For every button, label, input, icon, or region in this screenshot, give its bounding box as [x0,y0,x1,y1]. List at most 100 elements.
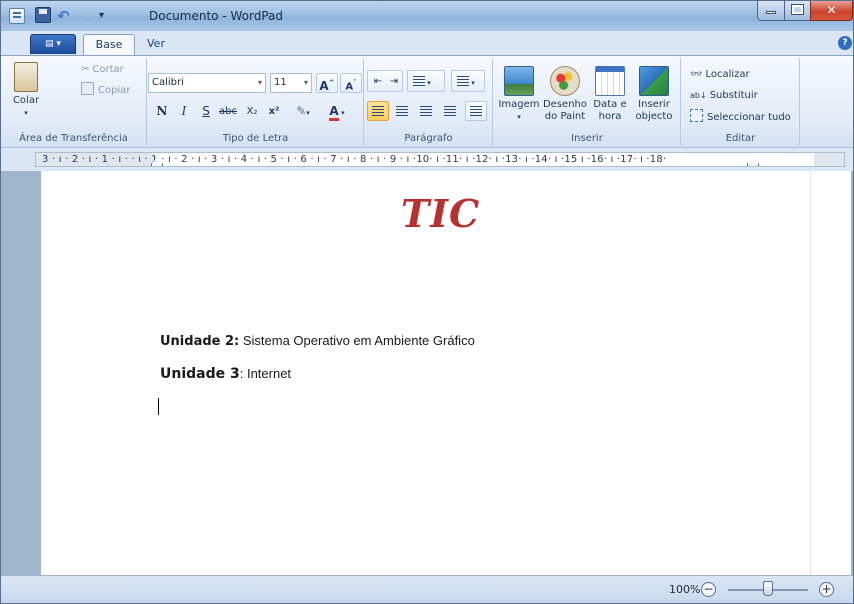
line1-text: Sistema Operativo em Ambiente Gráfico [239,333,475,348]
redo-icon[interactable]: ↷ [79,7,92,25]
paragraph-settings-button[interactable] [465,101,487,121]
increase-indent-icon[interactable]: ⇥ [384,71,404,91]
text-color-label: A [329,104,339,121]
copy-button[interactable]: Copiar [81,82,130,98]
title-bar[interactable]: ↶ ↷ ▾ Documento - WordPad ✕ [1,1,853,31]
tab-ver[interactable]: Ver [137,34,175,55]
highlight-color-button[interactable]: ✎▾ [288,101,318,121]
line-spacing-button[interactable]: ▾ [451,70,485,92]
undo-icon[interactable]: ↶ [57,7,70,25]
save-icon[interactable] [35,7,51,23]
line2-label: Unidade 3 [160,366,240,382]
minimize-button[interactable] [757,1,785,21]
copy-icon [81,82,94,95]
shrink-font-button[interactable]: Aˇ [340,73,362,93]
zoom-out-button[interactable]: − [701,582,716,597]
chevron-down-icon: ▾ [425,79,431,87]
font-group: Calibri ▾ 11 ▾ A^ Aˇ N I S abc X₂ x² ✎▾ A … [148,58,364,146]
edit-group-label: Editar [725,133,756,144]
align-center-button[interactable] [391,101,413,121]
select-all-button[interactable]: Seleccionar tudo [690,109,791,125]
subscript-button[interactable]: X₂ [242,101,262,121]
left-indent-marker[interactable] [151,153,163,166]
customize-quick-access-button[interactable]: ▾ [99,7,104,25]
application-menu-button[interactable]: ▤ ▾ [30,34,76,54]
image-icon [504,66,534,96]
font-group-label: Tipo de Letra [222,133,289,144]
paste-dropdown-icon: ▾ [24,109,28,117]
paint-palette-icon [550,66,580,96]
help-icon[interactable]: ? [838,36,852,50]
replace-label: Substituir [709,90,758,101]
paragraph-group: ⇤ ⇥ ▾ ▾ Parágrafo [365,58,493,146]
chevron-down-icon: ▾ [338,109,345,117]
close-button[interactable]: ✕ [810,1,853,21]
paint-drawing-button[interactable]: Desenho do Paint [542,66,588,123]
shrink-font-label: A [345,81,354,93]
document-workspace: TIC Unidade 2: Sistema Operativo em Ambi… [1,171,853,575]
paragraph-settings-icon [470,106,482,116]
underline-button[interactable]: S [196,101,216,121]
insert-image-button[interactable]: Imagem ▾ [498,66,540,123]
maximize-button[interactable] [784,1,811,21]
zoom-in-button[interactable]: + [819,582,834,597]
align-right-button[interactable] [415,101,437,121]
cut-label: Cortar [92,64,124,75]
ruler[interactable]: 3 · ı · 2 · ı · 1 · ı · · ı · 1 · ı · 2 … [35,152,845,167]
document-line-1: Unidade 2: Sistema Operativo em Ambiente… [160,333,475,349]
wordpad-app-icon[interactable] [9,8,25,24]
justify-icon [444,106,456,116]
chevron-down-icon: ▾ [306,109,310,117]
find-label: Localizar [705,69,750,80]
calendar-icon [595,66,625,96]
paste-label: Colar [12,95,40,106]
bullet-list-icon [413,76,425,86]
ruler-bar: 3 · ı · 2 · ı · 1 · ı · · ı · 1 · ı · 2 … [1,148,853,171]
find-button[interactable]: 👓 Localizar [690,67,750,83]
paint-label-2: do Paint [544,111,586,122]
highlighter-icon: ✎ [296,104,307,118]
tab-base[interactable]: Base [83,34,135,55]
object-label-1: Inserir [638,99,670,110]
select-all-icon [690,109,703,122]
paste-button[interactable]: Colar ▾ [9,62,43,119]
document-heading: TIC [401,191,481,236]
date-time-button[interactable]: Data e hora [592,66,628,123]
zoom-percentage: 100% [669,583,701,596]
chevron-down-icon: ▾ [303,78,308,87]
font-size-value: 11 [274,77,287,88]
minimize-icon [766,11,776,14]
insert-object-button[interactable]: Inserir objecto [632,66,676,123]
ribbon: Colar ▾ ✂ Cortar Copiar Área de Transferên… [1,55,853,148]
superscript-button[interactable]: x² [264,101,284,121]
right-indent-marker[interactable] [747,153,759,166]
chevron-down-icon: ▾ [257,78,262,87]
align-left-button[interactable] [367,101,389,121]
edit-group: 👓 Localizar ab↓ Substituir Seleccionar tud… [682,58,800,146]
strikethrough-button[interactable]: abc [218,101,238,121]
cut-button[interactable]: ✂ Cortar [81,62,124,78]
copy-label: Copiar [98,85,131,96]
maximize-icon [791,4,804,15]
italic-button[interactable]: I [174,101,194,121]
paint-label-1: Desenho [542,99,587,110]
datetime-label-2: hora [598,111,622,122]
binoculars-icon: 👓 [690,69,703,80]
justify-button[interactable] [439,101,461,121]
list-button[interactable]: ▾ [407,70,445,92]
close-icon: ✕ [826,3,837,17]
indent-buttons: ⇤ ⇥ [367,70,403,92]
paragraph-group-label: Parágrafo [404,133,453,144]
text-cursor [158,398,159,415]
document-page[interactable]: TIC Unidade 2: Sistema Operativo em Ambi… [41,171,810,575]
bold-button[interactable]: N [152,101,172,121]
menu-icon: ▤ ▾ [45,39,61,49]
wordpad-window: ↶ ↷ ▾ Documento - WordPad ✕ ▤ ▾ Base Ver… [0,0,854,604]
grow-font-button[interactable]: A^ [316,73,338,93]
align-left-icon [372,106,384,116]
replace-button[interactable]: ab↓ Substituir [690,88,758,104]
font-size-select[interactable]: 11 ▾ [270,73,312,93]
font-family-select[interactable]: Calibri ▾ [148,73,266,93]
zoom-slider-thumb[interactable] [763,581,773,596]
text-color-button[interactable]: A ▾ [320,101,354,121]
